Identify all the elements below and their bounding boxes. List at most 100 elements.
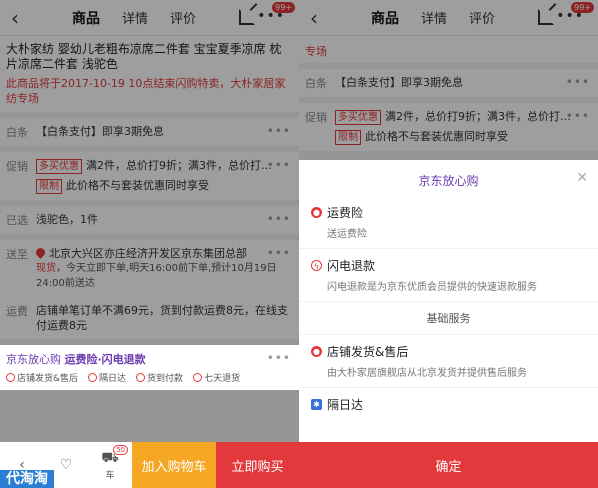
baitiao-value: 【白条支付】即享3期免息 xyxy=(335,76,463,89)
selected-value: 浅驼色，1件 xyxy=(36,213,98,226)
sheet-item-title: 运费险 xyxy=(327,206,364,220)
service-sheet: 京东放心购 ✕ ● 运费险 送运费险 ϟ 闪电退款 闪电退款是为京东优质会员提供的快… xyxy=(299,160,598,488)
promotion-label: 促销 xyxy=(6,160,28,173)
promotion-row-bg: 促销 多买优惠 满2件，总价打9折；满3件，总价打… 限制 此价格不与套装优惠同时享… xyxy=(299,103,598,151)
baitiao-row[interactable]: 白条 【白条支付】即享3期免息 ••• xyxy=(0,118,299,146)
product-page: ‹ 商品 详情 评价 ••• 99+ 大朴家纺 婴幼儿老粗布凉席二件套 宝宝夏季… xyxy=(0,0,299,488)
promotion-label: 促销 xyxy=(305,111,327,124)
top-nav-right: ‹ 商品 详情 评价 ••• 99+ xyxy=(299,0,598,36)
service-more-icon[interactable]: ••• xyxy=(267,351,291,365)
more-badge: 99+ xyxy=(571,2,594,13)
selected-label: 已选 xyxy=(6,214,28,227)
tab-details[interactable]: 详情 xyxy=(122,8,148,28)
tab-bar: 商品 详情 评价 xyxy=(72,8,218,28)
service-item-cod: 货到付款 xyxy=(136,371,183,384)
product-info-bg: 专场 xyxy=(299,36,598,63)
promo-tag-multi: 多买优惠 xyxy=(335,110,381,125)
close-icon[interactable]: ✕ xyxy=(576,170,588,186)
selected-more-icon[interactable]: ••• xyxy=(267,212,291,226)
back-icon[interactable]: ‹ xyxy=(0,6,30,30)
promotion-row[interactable]: 促销 多买优惠 满2件，总价打9折；满3件，总价打… 限制 此价格不与套装优惠同时享… xyxy=(0,152,299,200)
selected-row[interactable]: 已选 浅驼色，1件 ••• xyxy=(0,206,299,234)
basic-services-heading: 基础服务 xyxy=(299,302,598,335)
baitiao-label: 白条 xyxy=(6,126,28,139)
check-circle-icon xyxy=(193,373,203,382)
baitiao-row-bg: 白条 【白条支付】即享3期免息 ••• xyxy=(299,69,598,97)
freight-insurance-icon: ● xyxy=(311,207,322,218)
sheet-item-title: 隔日达 xyxy=(327,398,364,412)
shipping-address: 北京大兴区亦庄经济开发区京东集团总部 xyxy=(49,247,247,260)
sheet-item-shop-delivery: ● 店铺发货&售后 由大朴家居旗舰店从北京发货并提供售后服务 xyxy=(299,335,598,388)
location-pin-icon xyxy=(34,246,47,259)
tab-reviews[interactable]: 评价 xyxy=(170,8,196,28)
service-title: 京东放心购 xyxy=(6,353,61,366)
tab-product[interactable]: 商品 xyxy=(371,8,399,28)
service-item-next-day: 隔日达 xyxy=(88,371,126,384)
baitiao-label: 白条 xyxy=(305,77,327,90)
service-item-shop-delivery: 店铺发货&售后 xyxy=(6,371,78,384)
baitiao-more-icon[interactable]: ••• xyxy=(267,124,291,138)
service-subtitle: 运费险·闪电退款 xyxy=(64,353,146,366)
product-info: 大朴家纺 婴幼儿老粗布凉席二件套 宝宝夏季凉席 枕片凉席二件套 浅驼色 此商品将… xyxy=(0,36,299,112)
bottom-action-bar: ‹ ♡ ⛟ 50 车 加入购物车 立即购买 代淘淘 xyxy=(0,442,299,488)
check-circle-icon xyxy=(6,373,15,382)
sheet-item-desc: 由大朴家居旗舰店从北京发货并提供售后服务 xyxy=(327,368,527,379)
confirm-button[interactable]: 确定 xyxy=(299,442,598,488)
watermark-logo: 代淘淘 xyxy=(0,470,54,488)
sheet-item-desc: 送运费险 xyxy=(327,229,367,240)
sheet-item-freight-insurance: ● 运费险 送运费险 xyxy=(299,196,598,249)
stock-status: 现货 xyxy=(36,263,56,274)
promotion-more-icon[interactable]: ••• xyxy=(267,158,291,172)
sheet-item-title: 闪电退款 xyxy=(327,259,376,273)
check-circle-icon xyxy=(136,373,146,382)
shipping-label: 送至 xyxy=(6,248,28,261)
delivery-estimate: ，今天立即下单,明天16:00前下单,预计10月19日24:00前送达 xyxy=(36,263,277,289)
promotion-more-icon: ••• xyxy=(565,109,590,123)
add-to-cart-button[interactable]: 加入购物车 xyxy=(132,442,216,488)
sheet-item-desc: 闪电退款是为京东优质会员提供的快速退款服务 xyxy=(327,282,537,293)
top-nav: ‹ 商品 详情 评价 ••• 99+ xyxy=(0,0,299,36)
baitiao-value: 【白条支付】即享3期免息 xyxy=(36,125,164,138)
tab-reviews[interactable]: 评价 xyxy=(469,8,495,28)
cart-label: 车 xyxy=(105,470,115,481)
back-icon[interactable]: ‹ xyxy=(299,6,329,30)
product-title: 大朴家纺 婴幼儿老粗布凉席二件套 宝宝夏季凉席 枕片凉席二件套 浅驼色 xyxy=(6,42,282,71)
shipping-more-icon[interactable]: ••• xyxy=(267,246,291,260)
buy-now-button[interactable]: 立即购买 xyxy=(216,442,299,488)
flash-sale-fragment: 专场 xyxy=(305,45,327,58)
baitiao-more-icon: ••• xyxy=(565,75,590,89)
screenshot-stage: ‹ 商品 详情 评价 ••• 99+ 大朴家纺 婴幼儿老粗布凉席二件套 宝宝夏季… xyxy=(0,0,598,488)
lightning-icon: ϟ xyxy=(311,260,322,271)
promo-text-limit: 此价格不与套装优惠同时享受 xyxy=(66,179,209,192)
fee-label: 运费 xyxy=(6,305,28,318)
service-items: 店铺发货&售后 隔日达 货到付款 七天退货 xyxy=(6,371,293,384)
service-item-7day-return: 七天退货 xyxy=(193,371,240,384)
sheet-item-title: 店铺发货&售后 xyxy=(327,345,409,359)
service-row[interactable]: 京东放心购 运费险·闪电退款 店铺发货&售后 隔日达 货到付款 七天退货 ••• xyxy=(0,345,299,390)
fee-row: 运费 店铺单笔订单不满69元，货到付款运费8元，在线支付运费8元 xyxy=(0,297,299,339)
promo-text-multi: 满2件，总价打9折；满3件，总价打… xyxy=(385,110,571,123)
shipping-row[interactable]: 送至 北京大兴区亦庄经济开发区京东集团总部 现货，今天立即下单,明天16:00前… xyxy=(0,240,299,297)
cart-badge: 50 xyxy=(113,445,128,455)
promo-tag-limit: 限制 xyxy=(36,179,62,194)
sheet-item-flash-refund: ϟ 闪电退款 闪电退款是为京东优质会员提供的快速退款服务 xyxy=(299,249,598,302)
more-badge: 99+ xyxy=(272,2,295,13)
promo-text-limit: 此价格不与套装优惠同时享受 xyxy=(365,130,508,143)
promo-text-multi: 满2件，总价打9折；满3件，总价打… xyxy=(86,159,272,172)
flash-sale-notice[interactable]: 此商品将于2017-10-19 10点结束闪购特卖，大朴家居家纺专场 xyxy=(6,76,293,106)
heart-icon: ♡ xyxy=(59,457,73,473)
sheet-title: 京东放心购 xyxy=(418,174,479,188)
service-sheet-page: ‹ 商品 详情 评价 ••• 99+ 专场 白条 【白条支付】即享3期免息 ••… xyxy=(299,0,598,488)
promo-tag-multi: 多买优惠 xyxy=(36,159,82,174)
shop-icon: ● xyxy=(311,346,322,357)
snowflake-icon: ✱ xyxy=(311,399,322,410)
share-icon[interactable] xyxy=(538,9,554,25)
sheet-item-next-day: ✱ 隔日达 xyxy=(299,388,598,421)
fee-value: 店铺单笔订单不满69元，货到付款运费8元，在线支付运费8元 xyxy=(36,304,288,332)
tab-product[interactable]: 商品 xyxy=(72,8,100,28)
share-icon[interactable] xyxy=(239,9,255,25)
cart-button[interactable]: ⛟ 50 车 xyxy=(88,442,132,488)
promo-tag-limit: 限制 xyxy=(335,130,361,145)
tab-details[interactable]: 详情 xyxy=(421,8,447,28)
check-circle-icon xyxy=(88,373,98,382)
